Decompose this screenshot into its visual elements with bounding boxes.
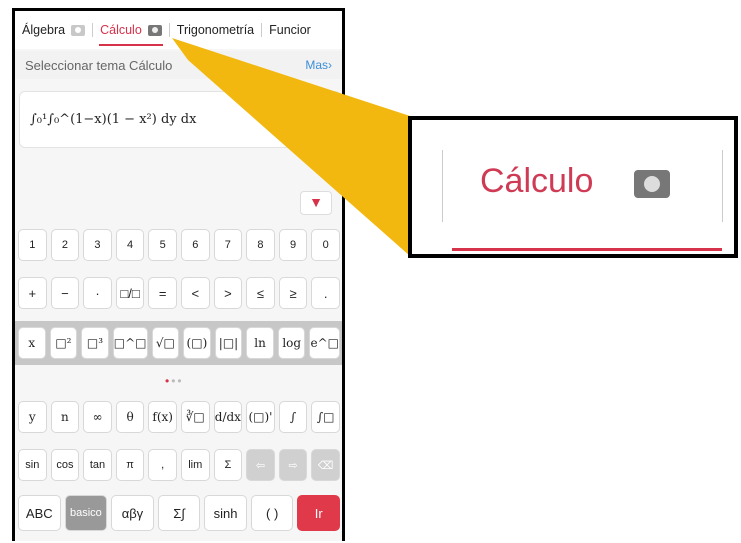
zoom-active-underline — [452, 248, 722, 251]
callout-beam — [172, 38, 410, 256]
zoom-callout — [172, 38, 410, 256]
zoom-divider — [722, 150, 723, 222]
zoom-divider — [442, 150, 443, 222]
zoom-tab-label: Cálculo — [480, 162, 594, 200]
zoom-box: Cálculo — [408, 116, 738, 258]
camera-icon — [634, 170, 670, 198]
